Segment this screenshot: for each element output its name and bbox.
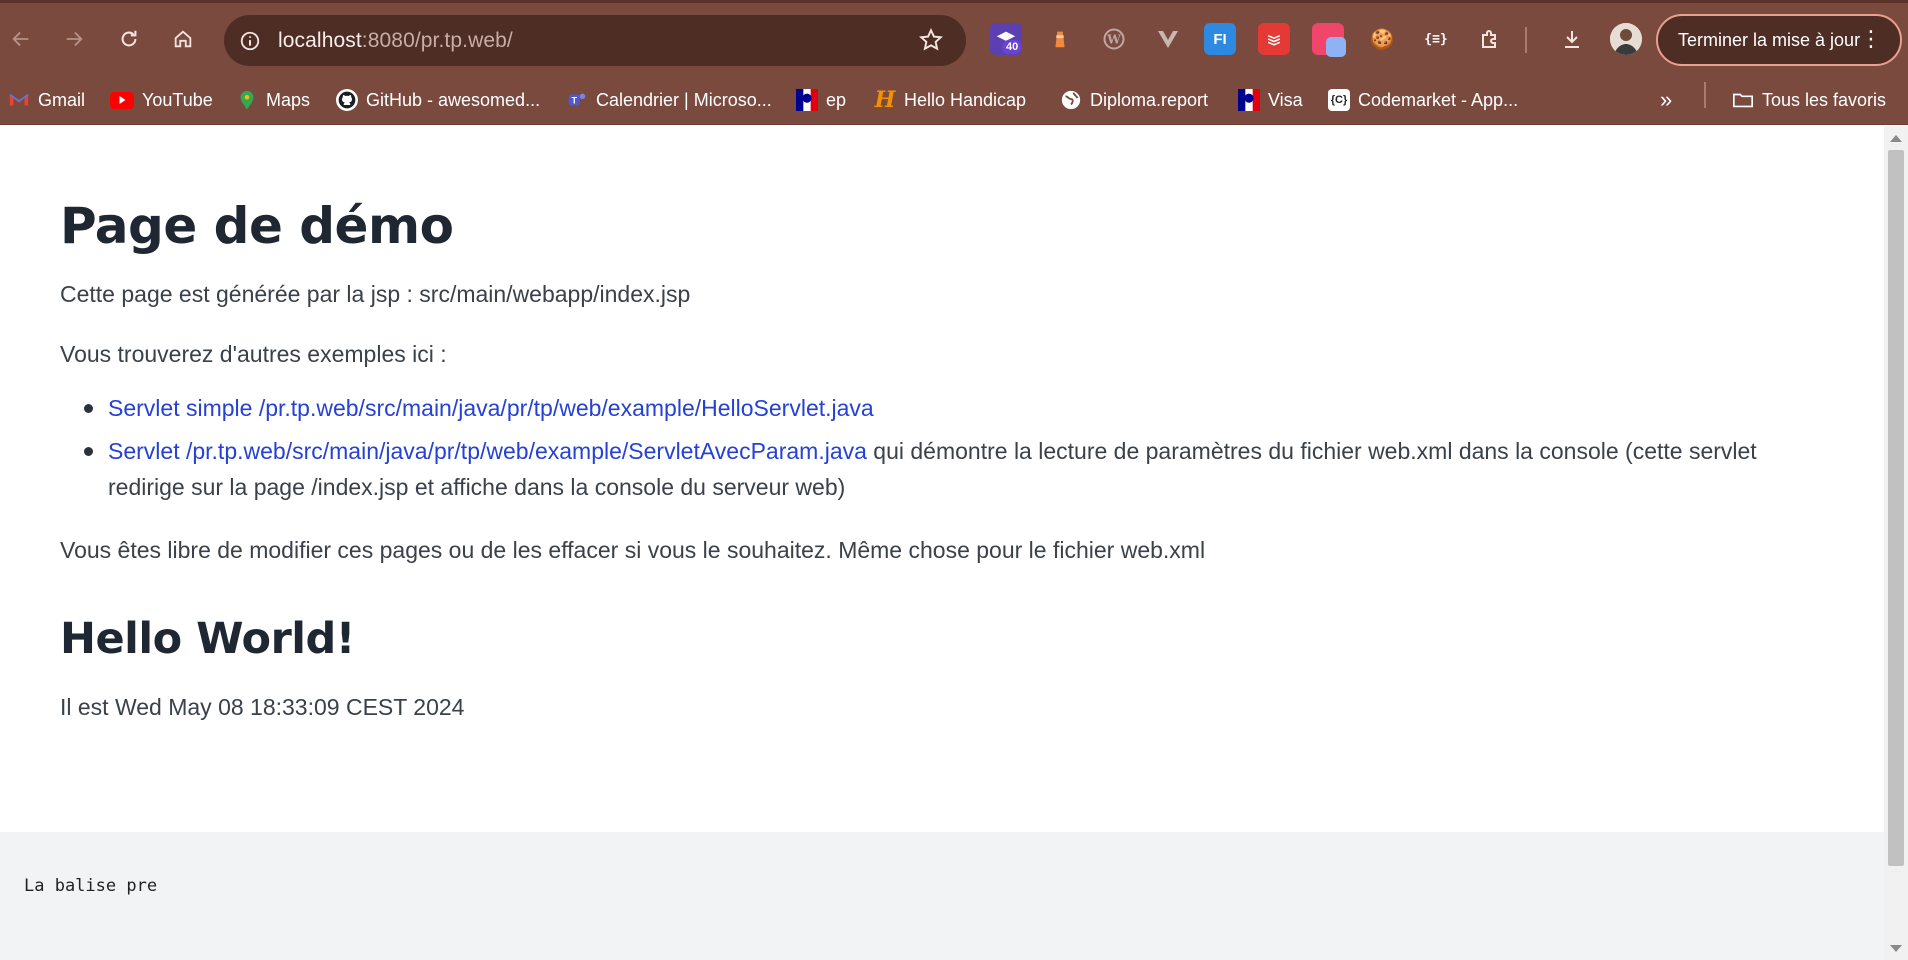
freedom-note: Vous êtes libre de modifier ces pages ou… xyxy=(60,537,1206,563)
marianne-icon xyxy=(1238,89,1260,111)
codemarket-icon: {C} xyxy=(1328,89,1350,111)
page-title: Page de démo xyxy=(60,197,454,255)
extensions-puzzle-icon[interactable] xyxy=(1474,23,1506,55)
bookmark-star-icon[interactable] xyxy=(918,27,944,58)
extension-cookie-icon[interactable]: 🍪 xyxy=(1366,23,1398,55)
list-item: Servlet /pr.tp.web/src/main/java/pr/tp/w… xyxy=(84,433,1828,505)
home-icon xyxy=(174,30,192,48)
list-item: Servlet simple /pr.tp.web/src/main/java/… xyxy=(84,390,1828,426)
extension-lighthouse-icon[interactable] xyxy=(1044,23,1076,55)
browser-toolbar: localhost:8080/pr.tp.web/ 40 W FI 🍪 {≡} … xyxy=(0,0,1908,75)
update-button-label: Terminer la mise à jour xyxy=(1678,29,1861,50)
pre-text: La balise pre xyxy=(24,876,158,896)
maps-icon xyxy=(236,89,258,111)
marianne-icon xyxy=(796,89,818,111)
bookmark-youtube[interactable]: YouTube xyxy=(110,85,213,115)
bullet xyxy=(84,404,93,413)
scroll-down-icon[interactable] xyxy=(1890,945,1902,952)
all-bookmarks-button[interactable]: Tous les favoris xyxy=(1732,85,1886,115)
bookmark-codemarket[interactable]: {C} Codemarket - App... xyxy=(1328,85,1518,115)
reload-button[interactable] xyxy=(110,20,148,58)
url-text: localhost:8080/pr.tp.web/ xyxy=(278,28,513,52)
profile-avatar[interactable] xyxy=(1610,23,1642,55)
youtube-icon xyxy=(110,91,134,109)
page-viewport: Page de démo Cette page est générée par … xyxy=(0,126,1884,960)
bookmarks-divider xyxy=(1704,82,1706,108)
extension-badge: 40 xyxy=(1002,40,1023,54)
hello-servlet-link[interactable]: Servlet simple /pr.tp.web/src/main/java/… xyxy=(108,395,874,421)
bookmarks-bar: Gmail YouTube Maps GitHub - awesomed... … xyxy=(0,75,1908,125)
svg-text:T: T xyxy=(571,96,577,106)
more-menu-icon[interactable]: ⋮ xyxy=(1860,28,1882,50)
vertical-scrollbar[interactable] xyxy=(1884,126,1908,960)
download-icon[interactable] xyxy=(1556,23,1588,55)
hello-heading: Hello World! xyxy=(60,614,355,664)
reload-icon xyxy=(121,30,137,47)
extension-vue-icon[interactable] xyxy=(1152,23,1184,55)
bookmark-github[interactable]: GitHub - awesomed... xyxy=(336,85,540,115)
extension-fi-icon[interactable]: FI xyxy=(1204,23,1236,55)
extension-todoist-icon[interactable] xyxy=(1258,23,1290,55)
bookmark-maps[interactable]: Maps xyxy=(236,85,310,115)
home-button[interactable] xyxy=(164,20,202,58)
hello-handicap-icon: H xyxy=(874,87,896,113)
examples-intro: Vous trouverez d'autres exemples ici : xyxy=(60,341,447,367)
bookmark-hello-handicap[interactable]: H Hello Handicap xyxy=(874,85,1026,115)
arrow-right-icon xyxy=(66,31,83,47)
servlet-avec-param-link[interactable]: Servlet /pr.tp.web/src/main/java/pr/tp/w… xyxy=(108,438,867,464)
update-chrome-button[interactable]: Terminer la mise à jour ⋮ xyxy=(1656,14,1902,66)
bookmark-diploma[interactable]: Diploma.report xyxy=(1060,85,1208,115)
bullet xyxy=(84,447,93,456)
extension-graduation-icon[interactable]: 40 xyxy=(990,23,1023,55)
extension-json-icon[interactable]: {≡} xyxy=(1420,23,1452,55)
date-line: Il est Wed May 08 18:33:09 CEST 2024 xyxy=(60,694,465,720)
folder-icon xyxy=(1732,89,1754,111)
bookmark-visa[interactable]: Visa xyxy=(1238,85,1303,115)
site-info-icon[interactable] xyxy=(234,25,266,57)
examples-list: Servlet simple /pr.tp.web/src/main/java/… xyxy=(84,390,1828,505)
extension-picker-icon[interactable] xyxy=(1312,23,1346,57)
bookmark-calendrier[interactable]: T Calendrier | Microso... xyxy=(566,85,772,115)
scrollbar-thumb[interactable] xyxy=(1888,150,1904,866)
bookmark-ep[interactable]: ep xyxy=(796,85,846,115)
bookmark-gmail[interactable]: Gmail xyxy=(8,85,85,115)
scroll-up-icon[interactable] xyxy=(1890,135,1902,142)
gmail-icon xyxy=(8,89,30,111)
bookmarks-overflow-icon[interactable]: » xyxy=(1660,85,1672,115)
github-icon xyxy=(336,89,358,111)
arrow-left-icon xyxy=(12,31,29,47)
forward-button[interactable] xyxy=(55,20,93,58)
teams-icon: T xyxy=(566,89,588,111)
svg-text:W: W xyxy=(1106,33,1121,47)
address-bar[interactable]: localhost:8080/pr.tp.web/ xyxy=(224,15,966,66)
back-button[interactable] xyxy=(2,20,40,58)
pre-block: La balise pre xyxy=(0,832,1884,960)
extension-wordpress-icon[interactable]: W xyxy=(1098,23,1130,55)
toolbar-divider xyxy=(1525,27,1527,53)
intro-text: Cette page est générée par la jsp : src/… xyxy=(60,281,691,307)
globe-icon xyxy=(1060,89,1082,111)
